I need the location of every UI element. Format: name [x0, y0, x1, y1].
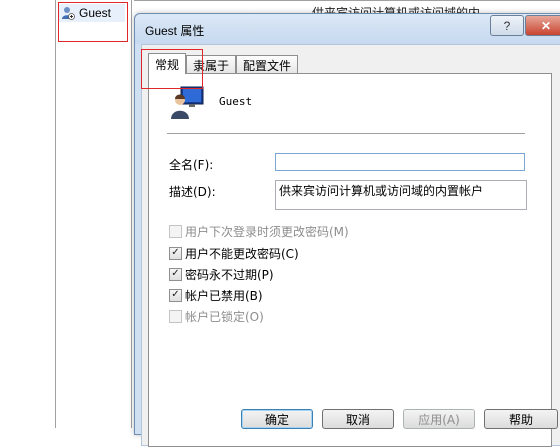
checkbox-label: 用户不能更改密码(C)	[185, 246, 299, 261]
help-icon: ?	[503, 18, 511, 33]
checkmark-icon: ✓	[169, 246, 182, 260]
tab-profile[interactable]: 配置文件	[236, 55, 299, 74]
user-list-item-label: Guest	[79, 6, 112, 20]
user-avatar-icon	[171, 86, 204, 119]
left-panel	[0, 0, 130, 428]
description-input[interactable]: 供来宾访问计算机或访问域的内置帐户	[275, 180, 527, 210]
help-button[interactable]: 帮助	[484, 409, 558, 429]
list-top-border	[134, 0, 560, 1]
checkbox-account-disabled[interactable]: ✓ 帐户已禁用(B)	[169, 287, 263, 303]
checkbox-must-change-password[interactable]: 用户下次登录时须更改密码(M)	[169, 223, 349, 239]
checkmark-icon: ✓	[169, 267, 182, 281]
apply-button[interactable]: 应用(A)	[403, 409, 475, 429]
title-close-button[interactable]: ✕	[525, 15, 560, 36]
checkbox-box	[169, 309, 182, 323]
user-list-item-guest[interactable]: Guest	[59, 4, 125, 22]
checkmark-icon: ✓	[169, 288, 182, 302]
description-label: 描述(D):	[169, 185, 216, 199]
fullname-input[interactable]	[275, 153, 525, 171]
left-panel-divider	[55, 0, 56, 428]
close-icon: ✕	[540, 18, 552, 33]
checkbox-label: 帐户已禁用(B)	[185, 288, 263, 303]
general-tab-panel: Guest 全名(F): 描述(D): 供来宾访问计算机或访问域的内置帐户 用户…	[148, 73, 552, 447]
checkbox-label: 用户下次登录时须更改密码(M)	[185, 224, 349, 239]
checkbox-cannot-change-password[interactable]: ✓ 用户不能更改密码(C)	[169, 245, 299, 261]
guest-properties-dialog: Guest 属性 ? ✕ 常规 隶属于 配置文件 Guest 全名(F): 描述…	[134, 13, 560, 447]
dialog-body: 常规 隶属于 配置文件 Guest 全名(F): 描述(D): 供来宾访问计算机…	[141, 44, 560, 447]
ok-button[interactable]: 确定	[241, 409, 313, 429]
cancel-button[interactable]: 取消	[322, 409, 394, 429]
checkbox-label: 密码永不过期(P)	[185, 267, 274, 282]
checkbox-password-never-expires[interactable]: ✓ 密码永不过期(P)	[169, 266, 274, 282]
title-help-button[interactable]: ?	[490, 15, 524, 36]
fullname-label: 全名(F):	[169, 158, 214, 172]
checkbox-label: 帐户已锁定(O)	[185, 309, 264, 324]
user-icon	[62, 7, 75, 20]
tab-member-of[interactable]: 隶属于	[186, 55, 237, 74]
tab-general[interactable]: 常规	[148, 53, 187, 74]
checkbox-box	[169, 224, 182, 238]
dialog-titlebar[interactable]: Guest 属性 ? ✕	[135, 14, 560, 44]
user-name: Guest	[219, 95, 253, 108]
separator	[167, 133, 525, 134]
list-divider	[131, 0, 132, 428]
checkbox-account-locked[interactable]: 帐户已锁定(O)	[169, 308, 264, 324]
dialog-title: Guest 属性	[145, 24, 205, 38]
tab-strip: 常规 隶属于 配置文件	[148, 53, 299, 74]
